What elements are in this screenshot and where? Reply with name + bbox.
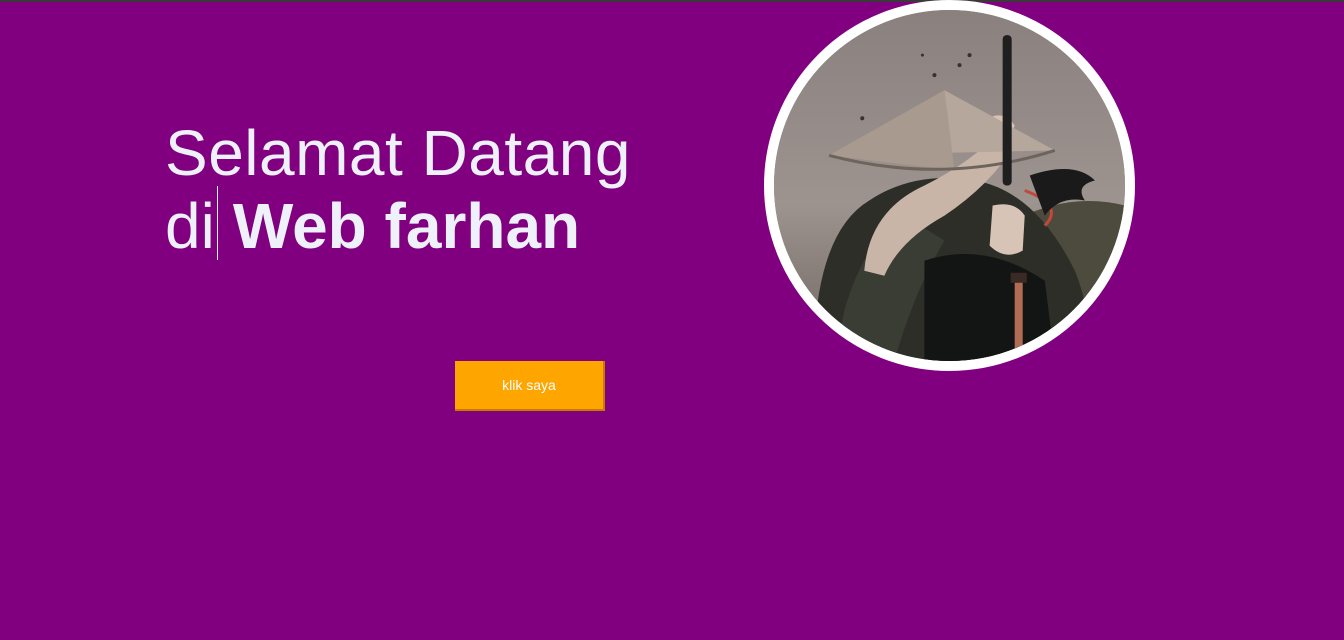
hero-title-line2: di Web farhan <box>165 186 631 264</box>
hero-title-prefix: di <box>165 190 215 262</box>
hero-title-name: Web farhan <box>232 190 581 262</box>
samurai-illustration <box>774 10 1125 361</box>
top-border <box>0 0 1344 2</box>
text-cursor <box>216 186 218 260</box>
hero-title-line1: Selamat Datang <box>165 117 631 189</box>
klik-saya-button[interactable]: klik saya <box>455 361 605 411</box>
hero-heading: Selamat Datang di Web farhan <box>165 118 631 264</box>
profile-avatar <box>764 0 1135 371</box>
